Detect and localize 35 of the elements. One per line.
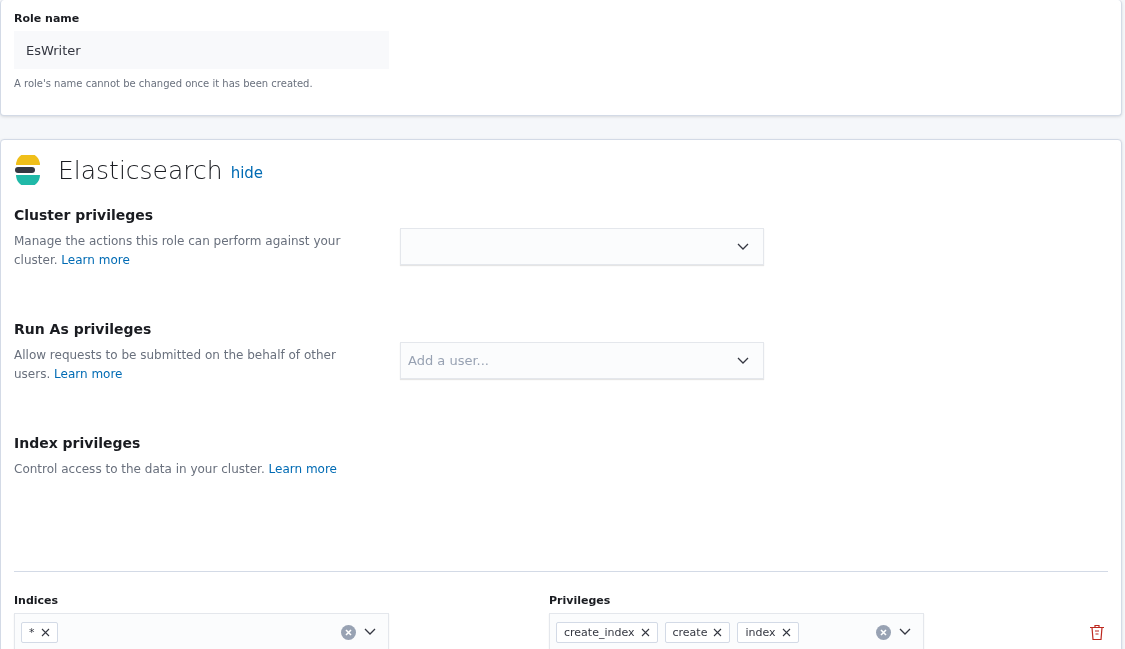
description-text: Control access to the data in your cluster. Learn more [14,461,338,478]
help-text: A role's name cannot be changed once it has been created. [14,78,314,89]
chevron-down-icon [737,242,749,251]
tag-label: create [672,625,708,639]
chevron-down-icon [899,628,911,636]
combo-box[interactable]: * [14,613,389,649]
learn-more-link[interactable]: Learn more [61,253,130,267]
trash-icon[interactable] [1089,624,1105,641]
elasticsearch-logo-icon [14,155,42,185]
learn-more-link[interactable]: Learn more [54,367,123,381]
chevron-down-icon [364,628,376,636]
privileges-heading: Index privileges [14,435,142,451]
combo-box[interactable]: create_index create index [549,613,924,649]
privileges-heading: Run As privileges [14,321,153,337]
clear-icon[interactable] [876,624,891,640]
field-label: Indices [14,594,60,607]
close-icon[interactable] [40,627,50,637]
close-icon[interactable] [781,627,791,637]
privileges-heading: Cluster privileges [14,207,155,223]
learn-more-link[interactable]: Learn more [268,462,337,476]
tag-label: create_index [564,625,635,639]
tag-label: index [745,625,776,639]
clear-icon[interactable] [341,624,356,640]
field-label: Privileges [549,594,612,607]
chevron-down-icon [737,356,749,365]
description-text: Manage the actions this role can perform against your cluster. Learn more [14,233,342,269]
description-text: Allow requests to be submitted on the behalf of other users. Learn more [14,347,337,383]
field-label: Role name [14,12,81,25]
close-icon[interactable] [713,627,723,637]
hide-link[interactable]: hide [230,164,264,182]
tag-label: * [29,625,35,639]
role-name-field[interactable]: EsWriter [14,31,389,69]
section-title: Elasticsearch [58,155,223,185]
close-icon[interactable] [640,627,650,637]
placeholder-text: Add a user... [408,353,489,368]
